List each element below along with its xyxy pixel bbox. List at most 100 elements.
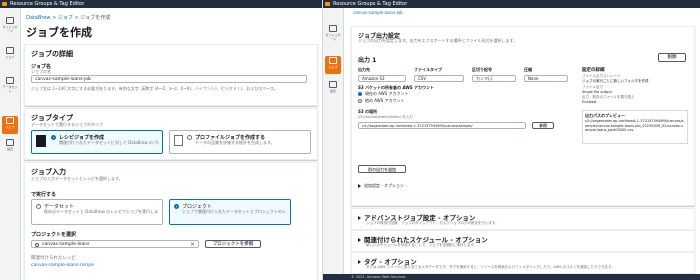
s3-location-input[interactable]: s3://sagemaker-ap-northeast-1-3721575946… [358, 122, 526, 129]
profile-job-radio[interactable] [187, 135, 192, 140]
project-search-value: canvas-sample-loans [42, 242, 90, 247]
sidebar-item-jobs-active[interactable]: ジョブ [2, 116, 18, 134]
right-screenshot-panel: Resource Groups & Tag Editor ダッシュボード ジョブ… [322, 0, 700, 280]
clear-icon[interactable]: × [190, 241, 195, 249]
advanced-settings-section[interactable]: アドバンストジョブ設定 - オプション ジョブの再試行回数、ジョブのタイムアウト… [351, 208, 695, 230]
schedule-desc: 新しいスケジュールを作成することで、ジョブを定期的に実行します。 [366, 243, 478, 247]
caret-right-icon [358, 238, 361, 242]
current-account-radio[interactable] [358, 92, 362, 96]
app-title: Resource Groups & Tag Editor [333, 1, 408, 7]
run-on-label: で実行する [31, 192, 57, 198]
profile-icon [174, 135, 183, 146]
delimiter-field: 区切り記号 カンマ(,) [472, 67, 516, 82]
linked-recipe-link[interactable]: canvas-sample-loans-recipe [31, 263, 94, 268]
job-type-description: データセットで実行するジョブのタイプ [31, 122, 103, 127]
file-type-select[interactable]: CSV [414, 75, 464, 82]
output-target-select[interactable]: Amazon S3 [358, 75, 406, 82]
job-name-input[interactable]: canvas-sample-loans-job [31, 75, 307, 83]
output-settings-summary: 設定の詳細 ファイル出力ストレージ ジョブの実行ごとに新しいフォルダを作成 ファ… [582, 67, 688, 144]
sidebar-item-dashboard[interactable]: ダッシュボード [2, 16, 18, 34]
job-name-description: ジョブ名は 1~240 文字にする必要があります。有効な文字: 英数字 (A~Z… [31, 86, 278, 91]
setting-value: ジョブの実行ごとに新しいフォルダを作成 [582, 79, 649, 83]
footer-text: © 2023, Amazon Web Services [351, 275, 406, 279]
sidebar-item-label: ダッシュボード [2, 25, 18, 33]
s3-browse-button[interactable]: 参照 [532, 122, 554, 129]
job-output-description: ジョブの出力を設定します。出力をエクスポートする場所とファイル形式を選択します。 [358, 38, 518, 43]
sidebar-item-jobs-active[interactable]: ジョブ [325, 56, 341, 74]
tags-desc: タグは AWS リソースに割り当てるメタデータです。タグを使用すると、リソースを… [366, 265, 615, 269]
job-type-card: ジョブタイプ データセットで実行するジョブのタイプ レシピジョブを作成 関連付け… [24, 108, 318, 160]
s3-location-hint: s3://bucket/prefix/folder/ を入力 [358, 115, 413, 119]
gear-icon [329, 81, 337, 88]
left-screenshot-panel: Resource Groups & Tag Editor ダッシュボード ジョブ… [0, 0, 322, 280]
job-output-card: ジョブ出力設定 ジョブの出力を設定します。出力をエクスポートする場所とファイル形… [351, 26, 695, 206]
linked-recipe-label: 関連付けられたレシピ [31, 256, 76, 261]
browse-projects-button[interactable]: プロジェクトを参照 [205, 240, 261, 248]
schedule-section[interactable]: 関連付けられたスケジュール - オプション 新しいスケジュールを作成することで、… [351, 230, 695, 252]
caret-right-icon [358, 260, 361, 264]
additional-config-toggle[interactable]: 追加設定 - オプション [358, 183, 404, 189]
breadcrumb-separator: > [52, 15, 57, 21]
recipe-job-tile[interactable]: レシピジョブを作成 関連付けられたデータセットに対して DataBrew のプロ… [31, 130, 163, 154]
output-target-label: 出力先 [358, 67, 370, 72]
footer-bar: © 2023, Amazon Web Services [323, 274, 700, 280]
sidebar: ダッシュボード ジョブ 設定 [323, 8, 344, 280]
job-icon [329, 57, 337, 64]
dashboard-icon [329, 25, 337, 32]
additional-config-label: 追加設定 - オプション [364, 183, 404, 188]
setting-value: Single file output [582, 90, 612, 94]
sidebar-item-dashboard[interactable]: ダッシュボード [325, 24, 341, 42]
file-type-field: ファイルタイプ CSV [414, 67, 464, 82]
project-tile[interactable]: プロジェクト ジョブで関連付けられたデータセットとプロジェクトのレシピを実行しま… [169, 199, 291, 225]
output-path-preview: 出力パスのプレビュー s3://sagemaker-ap-northeast-1… [582, 110, 688, 144]
output-target-field: 出力先 Amazon S3 [358, 67, 406, 82]
sidebar-item-jobs[interactable]: ジョブ [2, 46, 18, 64]
list-icon [6, 47, 14, 54]
settings-title: 設定の詳細 [582, 68, 605, 73]
add-output-button[interactable]: 別の出力を追加 [358, 165, 406, 173]
previous-job-link[interactable]: canvas-sample-loans-job [353, 10, 403, 15]
project-desc: ジョブで関連付けられたデータセットとプロジェクトのレシピを実行します。 [182, 209, 286, 214]
delimiter-select[interactable]: カンマ(,) [472, 75, 516, 82]
tags-section[interactable]: タグ - オプション タグは AWS リソースに割り当てるメタデータです。タグを… [351, 252, 695, 274]
compression-select[interactable]: None [524, 75, 568, 82]
compression-field: 圧縮 None [524, 67, 568, 82]
sidebar: ダッシュボード ジョブ データセット ジョブ 設定 [0, 8, 21, 280]
recipe-job-radio[interactable] [51, 135, 56, 140]
breadcrumb-root[interactable]: DataBrew [26, 15, 50, 21]
search-icon [35, 243, 39, 247]
select-project-label: プロジェクトを選択 [31, 232, 77, 238]
app-logo-icon [325, 2, 330, 6]
job-details-card: ジョブの詳細 ジョブ名 ジョブの名 canvas-sample-loans-jo… [24, 44, 318, 106]
delete-output-button[interactable]: 削除 [658, 53, 686, 62]
project-radio[interactable] [174, 204, 179, 209]
title-bar: Resource Groups & Tag Editor [0, 0, 322, 8]
sidebar-item-label: 設定 [6, 147, 13, 151]
dataset-tile[interactable]: データセット 既存のデータセットと DataBrew のレシピでジョブを実行しま… [31, 199, 163, 225]
dataset-desc: 既存のデータセットと DataBrew のレシピでジョブを実行します。 [44, 209, 158, 214]
output-label: 出力 1 [358, 57, 377, 64]
breadcrumb-jobs[interactable]: ジョブ [58, 15, 73, 21]
sidebar-item-datasets[interactable]: データセット [2, 76, 18, 94]
profile-job-tile[interactable]: プロファイルジョブを作成する データの品質を評価する統計を生成します。 [169, 130, 311, 154]
project-search-input[interactable]: canvas-sample-loans × [31, 240, 199, 248]
title-bar: Resource Groups & Tag Editor [323, 0, 700, 8]
recipe-job-desc: 関連付けられたデータセットに対して DataBrew のプロジェクトで作成したレ… [59, 140, 159, 145]
sidebar-item-settings[interactable]: 設定 [325, 80, 341, 98]
app-logo-icon [2, 2, 7, 6]
dataset-radio[interactable] [36, 204, 41, 209]
caret-right-icon [358, 216, 361, 220]
job-input-description: ジョブの入力データセットとレシピを選択します。 [31, 176, 123, 181]
sidebar-item-settings[interactable]: 設定 [2, 138, 18, 156]
delimiter-label: 区切り記号 [472, 67, 492, 72]
other-account-radio[interactable] [358, 99, 362, 103]
path-preview-value: s3://sagemaker-ap-northeast-1-3721575946… [585, 119, 684, 132]
gear-icon [6, 139, 14, 146]
sidebar-item-label: データセット [2, 85, 18, 93]
breadcrumb-separator: > [74, 15, 79, 21]
caret-right-icon [358, 184, 361, 188]
job-details-heading: ジョブの詳細 [31, 50, 73, 58]
file-type-label: ファイルタイプ [414, 67, 442, 72]
sidebar-item-label: ダッシュボード [325, 33, 341, 41]
recipe-icon [36, 135, 46, 147]
